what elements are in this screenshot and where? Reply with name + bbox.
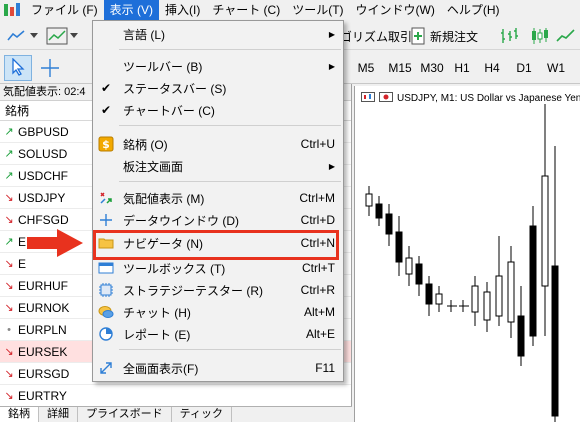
menu-separator — [119, 125, 341, 126]
tab-price-board[interactable]: プライスボード — [78, 407, 172, 422]
menu-bar: ファイル (F) 表示 (V) 挿入(I) チャート (C) ツール(T) ウイ… — [0, 0, 580, 20]
view-menu-dropdown: 言語 (L) ▶ ツールバー (B) ▶ ✔ ステータスバー (S) ✔ チャー… — [92, 20, 344, 382]
submenu-arrow-icon: ▶ — [328, 61, 335, 71]
timeframe-w1[interactable]: W1 — [540, 58, 572, 78]
symbol-name: GBPUSD — [18, 124, 69, 139]
symbol-name: EURNOK — [18, 300, 70, 315]
arrow-down-icon: ↘ — [4, 345, 14, 358]
checkmark-icon: ✔ — [100, 103, 112, 117]
menu-window[interactable]: ウインドウ(W) — [350, 0, 441, 20]
dot-icon: • — [7, 323, 11, 336]
crosshair-icon[interactable] — [40, 58, 60, 78]
tab-ticks[interactable]: ティック — [172, 407, 233, 422]
chevron-down-icon[interactable] — [30, 26, 38, 46]
tab-symbols[interactable]: 銘柄 — [0, 407, 39, 422]
algo-trading-button[interactable]: ゴリズム取引 — [340, 28, 412, 45]
menu-item-language[interactable]: 言語 (L) ▶ — [93, 23, 343, 45]
menu-item-toolbars[interactable]: ツールバー (B) ▶ — [93, 55, 343, 77]
symbol-name: EURTRY — [18, 388, 67, 403]
arrow-up-icon: ↗ — [4, 169, 14, 182]
red-arrow-icon — [25, 227, 85, 262]
symbol-name: USDJPY — [18, 190, 66, 205]
report-icon — [97, 325, 115, 343]
menu-separator — [119, 181, 341, 182]
symbol-name: SOLUSD — [18, 146, 68, 161]
arrow-down-icon: ↘ — [4, 301, 14, 314]
submenu-arrow-icon: ▶ — [328, 29, 335, 39]
market-watch-tabs: 銘柄 詳細 プライスボード ティック — [0, 406, 352, 422]
checkmark-icon: ✔ — [100, 81, 112, 95]
menu-chart[interactable]: チャート (C) — [206, 0, 286, 20]
menu-separator — [119, 49, 341, 50]
chat-icon — [97, 303, 115, 321]
timeframe-d1[interactable]: D1 — [508, 58, 540, 78]
bar-chart-icon[interactable] — [500, 26, 520, 46]
line-chart-icon[interactable] — [556, 26, 576, 46]
candlestick-icon[interactable] — [530, 26, 550, 46]
menu-insert[interactable]: 挿入(I) — [159, 0, 206, 20]
indicators-icon[interactable] — [46, 26, 68, 46]
cursor-icon — [11, 56, 25, 79]
menu-item-toolbox[interactable]: ツールボックス (T) Ctrl+T — [93, 257, 343, 279]
new-order-button[interactable]: 新規注文 — [430, 28, 478, 45]
app-icon — [3, 2, 21, 18]
timeframe-h4[interactable]: H4 — [476, 58, 508, 78]
menu-item-chat[interactable]: チャット (H) Alt+M — [93, 301, 343, 323]
menu-tools[interactable]: ツール(T) — [286, 0, 349, 20]
candlestick-area — [365, 104, 559, 422]
market-watch-row[interactable]: ↘ EURTRY — [0, 385, 351, 407]
menu-item-data-window[interactable]: データウインドウ (D) Ctrl+D — [93, 209, 343, 231]
submenu-arrow-icon: ▶ — [328, 161, 335, 171]
arrow-down-icon: ↘ — [4, 279, 14, 292]
arrow-up-icon: ↗ — [4, 235, 14, 248]
menu-item-symbols[interactable]: $ 銘柄 (O) Ctrl+U — [93, 133, 343, 155]
symbol-name: EURSGD — [18, 366, 70, 381]
crosshair-icon — [97, 211, 115, 229]
menu-item-chart-bar[interactable]: ✔ チャートバー (C) — [93, 99, 343, 121]
dollar-icon: $ — [97, 135, 115, 153]
menu-help[interactable]: ヘルプ(H) — [441, 0, 506, 20]
navigator-highlight-box — [93, 230, 339, 260]
timeframe-m5[interactable]: M5 — [350, 58, 382, 78]
timeframe-m30[interactable]: M30 — [416, 58, 448, 78]
new-order-icon[interactable] — [410, 26, 426, 46]
arrow-down-icon: ↘ — [4, 213, 14, 226]
arrow-up-icon: ↗ — [4, 125, 14, 138]
timeframe-h1[interactable]: H1 — [446, 58, 478, 78]
menu-item-fullscreen[interactable]: 全画面表示(F) F11 — [93, 357, 343, 379]
menu-separator — [119, 349, 341, 350]
chevron-down-icon[interactable] — [70, 26, 78, 46]
chip-icon — [97, 281, 115, 299]
line-chart-icon[interactable] — [6, 26, 28, 46]
menu-item-market-watch[interactable]: 気配値表示 (M) Ctrl+M — [93, 187, 343, 209]
arrow-down-icon: ↘ — [4, 389, 14, 402]
arrow-down-icon: ↘ — [4, 257, 14, 270]
tab-details[interactable]: 詳細 — [39, 407, 78, 422]
arrow-down-icon: ↘ — [4, 367, 14, 380]
menu-item-report[interactable]: レポート (E) Alt+E — [93, 323, 343, 345]
cursor-tool-button[interactable] — [4, 55, 32, 81]
symbol-name: EURHUF — [18, 278, 68, 293]
symbol-name: EURPLN — [18, 322, 67, 337]
svg-text:$: $ — [102, 138, 110, 151]
toolbox-icon — [97, 259, 115, 277]
fullscreen-icon — [97, 359, 115, 377]
symbol-name: USDCHF — [18, 168, 68, 183]
menu-item-depth-of-market[interactable]: 板注文画面 ▶ — [93, 155, 343, 177]
chart-window[interactable]: USDJPY, M1: US Dollar vs Japanese Yen — [354, 86, 580, 422]
menu-item-strategy-tester[interactable]: ストラテジーテスター (R) Ctrl+R — [93, 279, 343, 301]
timeframe-m15[interactable]: M15 — [384, 58, 416, 78]
menu-view[interactable]: 表示 (V) — [103, 0, 160, 20]
menu-item-status-bar[interactable]: ✔ ステータスバー (S) — [93, 77, 343, 99]
symbol-name: EURSEK — [18, 344, 68, 359]
menu-file[interactable]: ファイル (F) — [25, 0, 104, 20]
arrow-down-icon: ↘ — [4, 191, 14, 204]
arrow-up-icon: ↗ — [4, 147, 14, 160]
market-watch-icon — [97, 189, 115, 207]
